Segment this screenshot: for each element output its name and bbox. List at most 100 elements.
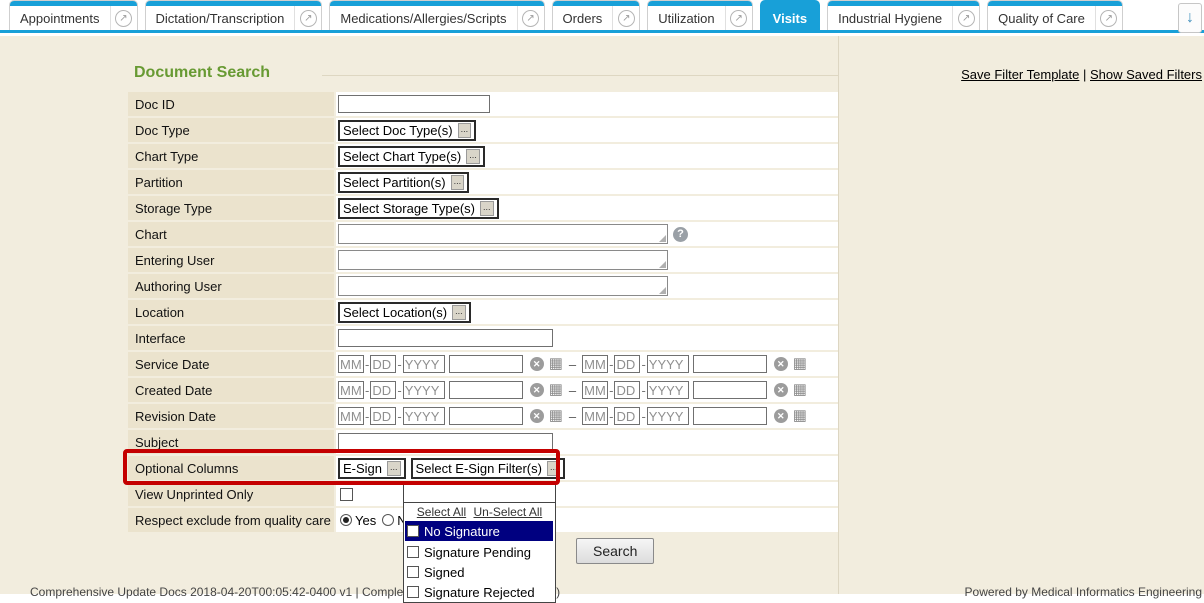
calendar-icon[interactable]: ▦ bbox=[549, 409, 563, 423]
search-button[interactable]: Search bbox=[576, 538, 654, 564]
ellipsis-icon: ... bbox=[452, 305, 466, 320]
authoring-user-input[interactable] bbox=[338, 276, 668, 296]
option-checkbox[interactable] bbox=[407, 525, 419, 537]
interface-input[interactable] bbox=[338, 329, 553, 347]
popout-button[interactable]: ↗ bbox=[294, 1, 321, 30]
popout-button[interactable]: ↗ bbox=[110, 1, 137, 30]
unselect-all-link[interactable]: Un-Select All bbox=[474, 505, 543, 519]
to-date-input[interactable] bbox=[693, 407, 767, 425]
from-date-input[interactable] bbox=[449, 407, 523, 425]
help-icon[interactable]: ? bbox=[673, 227, 688, 242]
calendar-icon[interactable]: ▦ bbox=[793, 409, 807, 423]
resize-grip-icon bbox=[659, 235, 666, 242]
to-day-input[interactable] bbox=[614, 381, 640, 399]
dropdown-option-signature-pending[interactable]: Signature Pending bbox=[404, 542, 555, 562]
scroll-down-button[interactable]: ↓ bbox=[1178, 3, 1202, 33]
field-label: Doc Type bbox=[128, 118, 334, 142]
from-day-input[interactable] bbox=[370, 381, 396, 399]
tab-appointments[interactable]: Appointments ↗ bbox=[9, 0, 138, 30]
field-value: ? bbox=[336, 222, 838, 246]
from-year-input[interactable] bbox=[403, 381, 445, 399]
option-label: Signature Rejected bbox=[424, 585, 535, 600]
clear-date-icon[interactable]: ✕ bbox=[774, 409, 788, 423]
to-year-input[interactable] bbox=[647, 407, 689, 425]
show-saved-filters-link[interactable]: Show Saved Filters bbox=[1090, 67, 1202, 82]
field-value bbox=[336, 92, 838, 116]
field-value: Select Location(s)... bbox=[336, 300, 838, 324]
tab-orders[interactable]: Orders ↗ bbox=[552, 0, 641, 30]
subject-input[interactable] bbox=[338, 433, 553, 451]
popout-button[interactable]: ↗ bbox=[952, 1, 979, 30]
tab-dictation-transcription[interactable]: Dictation/Transcription ↗ bbox=[145, 0, 323, 30]
date-range: --✕▦–--✕▦ bbox=[338, 355, 807, 373]
esign-column-button[interactable]: E-Sign... bbox=[338, 458, 406, 479]
option-checkbox[interactable] bbox=[407, 546, 419, 558]
to-year-input[interactable] bbox=[647, 355, 689, 373]
tab-industrial-hygiene[interactable]: Industrial Hygiene ↗ bbox=[827, 0, 980, 30]
from-day-input[interactable] bbox=[370, 407, 396, 425]
calendar-icon[interactable]: ▦ bbox=[793, 383, 807, 397]
popout-button[interactable]: ↗ bbox=[517, 1, 544, 30]
tab-medications-allergies-scripts[interactable]: Medications/Allergies/Scripts ↗ bbox=[329, 0, 544, 30]
save-filter-template-link[interactable]: Save Filter Template bbox=[961, 67, 1079, 82]
from-date-input[interactable] bbox=[449, 381, 523, 399]
quality-care-no-radio[interactable] bbox=[382, 514, 394, 526]
popout-button[interactable]: ↗ bbox=[612, 1, 639, 30]
view-unprinted-checkbox[interactable] bbox=[340, 488, 353, 501]
calendar-icon[interactable]: ▦ bbox=[549, 383, 563, 397]
field-label: View Unprinted Only bbox=[128, 482, 334, 506]
chart-input[interactable] bbox=[338, 224, 668, 244]
popout-button[interactable]: ↗ bbox=[725, 1, 752, 30]
from-month-input[interactable] bbox=[338, 355, 364, 373]
tab-utilization[interactable]: Utilization ↗ bbox=[647, 0, 752, 30]
doc-id-input[interactable] bbox=[338, 95, 490, 113]
quality-care-yes-radio[interactable] bbox=[340, 514, 352, 526]
row-subject: Subject bbox=[128, 430, 838, 454]
range-separator: – bbox=[569, 409, 576, 424]
select-chart-type-button[interactable]: Select Chart Type(s)... bbox=[338, 146, 485, 167]
entering-user-input[interactable] bbox=[338, 250, 668, 270]
clear-date-icon[interactable]: ✕ bbox=[530, 357, 544, 371]
calendar-icon[interactable]: ▦ bbox=[549, 357, 563, 371]
select-partition-button[interactable]: Select Partition(s)... bbox=[338, 172, 469, 193]
tab-bar: Appointments ↗ Dictation/Transcription ↗… bbox=[0, 0, 1204, 33]
tab-visits-active[interactable]: Visits bbox=[760, 0, 820, 30]
tab-quality-of-care[interactable]: Quality of Care ↗ bbox=[987, 0, 1123, 30]
clear-date-icon[interactable]: ✕ bbox=[530, 409, 544, 423]
dropdown-option-signed[interactable]: Signed bbox=[404, 562, 555, 582]
select-doc-type-button[interactable]: Select Doc Type(s)... bbox=[338, 120, 476, 141]
clear-date-icon[interactable]: ✕ bbox=[530, 383, 544, 397]
to-year-input[interactable] bbox=[647, 381, 689, 399]
to-date-input[interactable] bbox=[693, 381, 767, 399]
from-month-input[interactable] bbox=[338, 381, 364, 399]
from-year-input[interactable] bbox=[403, 407, 445, 425]
down-arrow-icon: ↓ bbox=[1186, 9, 1194, 27]
to-day-input[interactable] bbox=[614, 355, 640, 373]
from-day-input[interactable] bbox=[370, 355, 396, 373]
calendar-icon[interactable]: ▦ bbox=[793, 357, 807, 371]
date-dash: - bbox=[609, 357, 613, 372]
clear-date-icon[interactable]: ✕ bbox=[774, 357, 788, 371]
option-checkbox[interactable] bbox=[407, 586, 419, 598]
row-partition: Partition Select Partition(s)... bbox=[128, 170, 838, 194]
option-checkbox[interactable] bbox=[407, 566, 419, 578]
select-all-link[interactable]: Select All bbox=[417, 505, 466, 519]
select-storage-type-button[interactable]: Select Storage Type(s)... bbox=[338, 198, 499, 219]
row-doc-type: Doc Type Select Doc Type(s)... bbox=[128, 118, 838, 142]
field-label: Respect exclude from quality care bbox=[128, 508, 334, 532]
dropdown-option-signature-rejected[interactable]: Signature Rejected bbox=[404, 582, 555, 602]
to-day-input[interactable] bbox=[614, 407, 640, 425]
dropdown-option-no-signature[interactable]: No Signature bbox=[405, 521, 553, 541]
select-esign-filter-button[interactable]: Select E-Sign Filter(s)... bbox=[411, 458, 566, 479]
clear-date-icon[interactable]: ✕ bbox=[774, 383, 788, 397]
to-date-input[interactable] bbox=[693, 355, 767, 373]
from-month-input[interactable] bbox=[338, 407, 364, 425]
popout-button[interactable]: ↗ bbox=[1095, 1, 1122, 30]
from-date-input[interactable] bbox=[449, 355, 523, 373]
row-chart-type: Chart Type Select Chart Type(s)... bbox=[128, 144, 838, 168]
to-month-input[interactable] bbox=[582, 355, 608, 373]
to-month-input[interactable] bbox=[582, 381, 608, 399]
select-location-button[interactable]: Select Location(s)... bbox=[338, 302, 471, 323]
from-year-input[interactable] bbox=[403, 355, 445, 373]
to-month-input[interactable] bbox=[582, 407, 608, 425]
